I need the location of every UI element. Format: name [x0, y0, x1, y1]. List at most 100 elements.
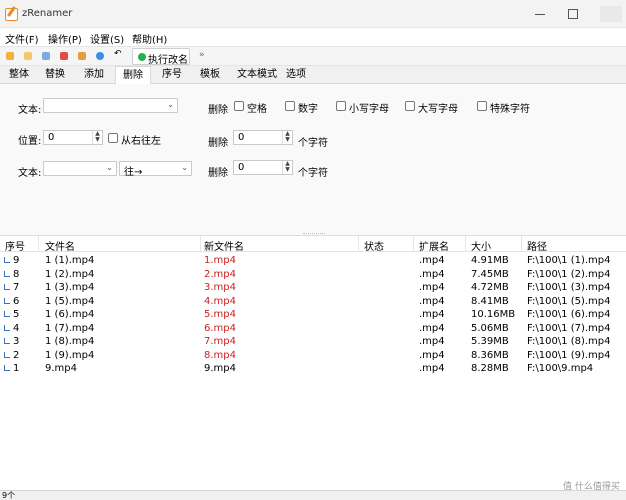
direction-value: 往→ — [124, 167, 143, 178]
from-right-label: 从右往左 — [121, 136, 161, 147]
add-files-icon[interactable] — [24, 52, 32, 60]
tab-options[interactable]: 选项 — [282, 66, 310, 84]
tab-add[interactable]: 添加 — [76, 66, 112, 84]
cell-path: F:\100\1 (9).mp4 — [527, 349, 611, 361]
open-folder-icon[interactable] — [6, 52, 14, 60]
close-icon[interactable] — [600, 6, 622, 22]
menu-file[interactable]: 文件(F) — [5, 31, 39, 46]
stepper-arrows-icon[interactable]: ▲ ▼ — [92, 131, 102, 144]
cell-name: 1 (5).mp4 — [45, 295, 95, 307]
direction-combo[interactable]: 往→ ⌄ — [119, 161, 192, 178]
cell-name: 1 (7).mp4 — [45, 322, 95, 334]
col-status[interactable]: 状态 — [364, 238, 384, 253]
position-label: 位置: — [18, 136, 42, 147]
cell-name: 1 (1).mp4 — [45, 255, 95, 266]
tab-template[interactable]: 模板 — [192, 66, 228, 84]
menu-help[interactable]: 帮助(H) — [132, 31, 167, 46]
col-separator[interactable] — [521, 236, 522, 252]
cell-size: 4.91MB — [471, 255, 509, 266]
maximize-icon[interactable] — [568, 9, 578, 19]
cell-size: 10.16MB — [471, 309, 516, 320]
tab-overall[interactable]: 整体 — [2, 66, 36, 84]
row-arrow-icon — [4, 338, 10, 344]
cell-path: F:\100\9.mp4 — [527, 363, 594, 374]
cell-size: 4.72MB — [471, 282, 509, 293]
cell-index: 5 — [13, 309, 20, 320]
cell-index: 7 — [13, 282, 20, 293]
cell-path: F:\100\1 (2).mp4 — [527, 268, 611, 280]
row-arrow-icon — [4, 297, 10, 304]
cell-newname: 4.mp4 — [204, 295, 236, 307]
checkbox-special[interactable] — [477, 101, 487, 111]
table-row[interactable]: 8 1 (2).mp4 2.mp4 .mp4 7.45MB F:\100\1 (2).mp… — [0, 268, 626, 282]
tab-text-mode[interactable]: 文本模式 — [234, 66, 280, 84]
chars-label-1: 个字符 — [298, 138, 328, 149]
table-row[interactable]: 4 1 (7).mp4 6.mp4 .mp4 5.06MB F:\100\1 (7).mp… — [0, 322, 626, 336]
row-arrow-icon — [4, 365, 10, 371]
cell-path: F:\100\1 (1).mp4 — [527, 255, 611, 266]
text-combo[interactable]: ⌄ — [43, 98, 178, 113]
toolbar: ↶ 执行改名 » — [0, 46, 626, 66]
chars-label-2: 个字符 — [298, 168, 328, 179]
cell-index: 9 — [13, 255, 20, 266]
table-row[interactable]: 6 1 (5).mp4 4.mp4 .mp4 8.41MB F:\100\1 (5).mp… — [0, 295, 626, 309]
cell-newname: 7.mp4 — [204, 336, 236, 347]
cell-path: F:\100\1 (5).mp4 — [527, 295, 611, 307]
chevron-down-icon: ⌄ — [181, 163, 188, 172]
checkbox-lowercase[interactable] — [336, 101, 346, 111]
copy-icon[interactable] — [42, 52, 50, 60]
execute-rename-button[interactable]: 执行改名 — [132, 48, 190, 66]
col-separator[interactable] — [358, 236, 359, 252]
text2-combo[interactable]: ⌄ — [43, 161, 117, 176]
col-separator[interactable] — [465, 236, 466, 252]
checkbox-space[interactable] — [234, 101, 244, 111]
cell-size: 8.36MB — [471, 349, 509, 361]
col-extension[interactable]: 扩展名 — [419, 238, 449, 253]
col-separator[interactable] — [38, 236, 39, 252]
remove-icon[interactable] — [60, 52, 68, 60]
table-row[interactable]: 9 1 (1).mp4 1.mp4 .mp4 4.91MB F:\100\1 (1).mp… — [0, 254, 626, 268]
undo-icon[interactable]: ↶ — [114, 49, 122, 59]
file-list: 序号 文件名 新文件名 状态 扩展名 大小 路径 91 (1).mp4 1.mp4… — [0, 236, 626, 490]
delete-count-stepper-1[interactable]: 0 ▲ ▼ — [233, 130, 293, 145]
checkbox-special-label: 特殊字符 — [490, 104, 530, 115]
row-arrow-icon — [4, 351, 10, 358]
cell-size: 8.28MB — [471, 363, 509, 374]
stepper-arrows-icon[interactable]: ▲ ▼ — [282, 131, 292, 144]
checkbox-digits[interactable] — [285, 101, 295, 111]
checkbox-from-right[interactable] — [108, 133, 118, 143]
table-row[interactable]: 1 9.mp4 9.mp4 .mp4 8.28MB F:\100\9.mp4 — [0, 362, 626, 376]
position-stepper[interactable]: 0 ▲ ▼ — [43, 130, 103, 145]
table-row[interactable]: 3 1 (8).mp4 7.mp4 .mp4 5.39MB F:\100\1 (8).mp… — [0, 335, 626, 349]
tab-replace[interactable]: 替换 — [38, 66, 72, 84]
menu-operation[interactable]: 操作(P) — [48, 31, 82, 46]
col-index[interactable]: 序号 — [5, 238, 25, 253]
toolbar-overflow-icon[interactable]: » — [199, 50, 205, 60]
col-newname[interactable]: 新文件名 — [204, 238, 244, 253]
cell-newname: 3.mp4 — [204, 282, 236, 293]
settings-icon[interactable] — [96, 52, 104, 60]
tab-number[interactable]: 序号 — [154, 66, 190, 84]
delete-count-stepper-2[interactable]: 0 ▲ ▼ — [233, 160, 293, 175]
delete-count-value-2: 0 — [238, 162, 245, 173]
table-row[interactable]: 7 1 (3).mp4 3.mp4 .mp4 4.72MB F:\100\1 (3).mp… — [0, 281, 626, 295]
delete-label-1: 删除 — [208, 105, 228, 116]
cell-index: 8 — [13, 268, 20, 280]
tab-delete[interactable]: 删除 — [115, 66, 151, 85]
col-path[interactable]: 路径 — [527, 238, 547, 253]
col-size[interactable]: 大小 — [471, 238, 491, 253]
minimize-icon[interactable] — [535, 14, 545, 15]
save-icon[interactable] — [78, 52, 86, 60]
checkbox-uppercase[interactable] — [405, 101, 415, 111]
col-filename[interactable]: 文件名 — [45, 238, 75, 253]
cell-name: 1 (2).mp4 — [45, 268, 95, 280]
menu-settings[interactable]: 设置(S) — [90, 31, 124, 46]
row-arrow-icon — [4, 257, 10, 263]
table-row[interactable]: 2 1 (9).mp4 8.mp4 .mp4 8.36MB F:\100\1 (9).mp… — [0, 349, 626, 363]
table-row[interactable]: 5 1 (6).mp4 5.mp4 .mp4 10.16MB F:\100\1 (6).m… — [0, 308, 626, 322]
col-separator[interactable] — [200, 236, 201, 252]
col-separator[interactable] — [413, 236, 414, 252]
window-title: zRenamer — [22, 8, 73, 19]
stepper-arrows-icon[interactable]: ▲ ▼ — [282, 161, 292, 174]
cell-name: 1 (8).mp4 — [45, 336, 95, 347]
